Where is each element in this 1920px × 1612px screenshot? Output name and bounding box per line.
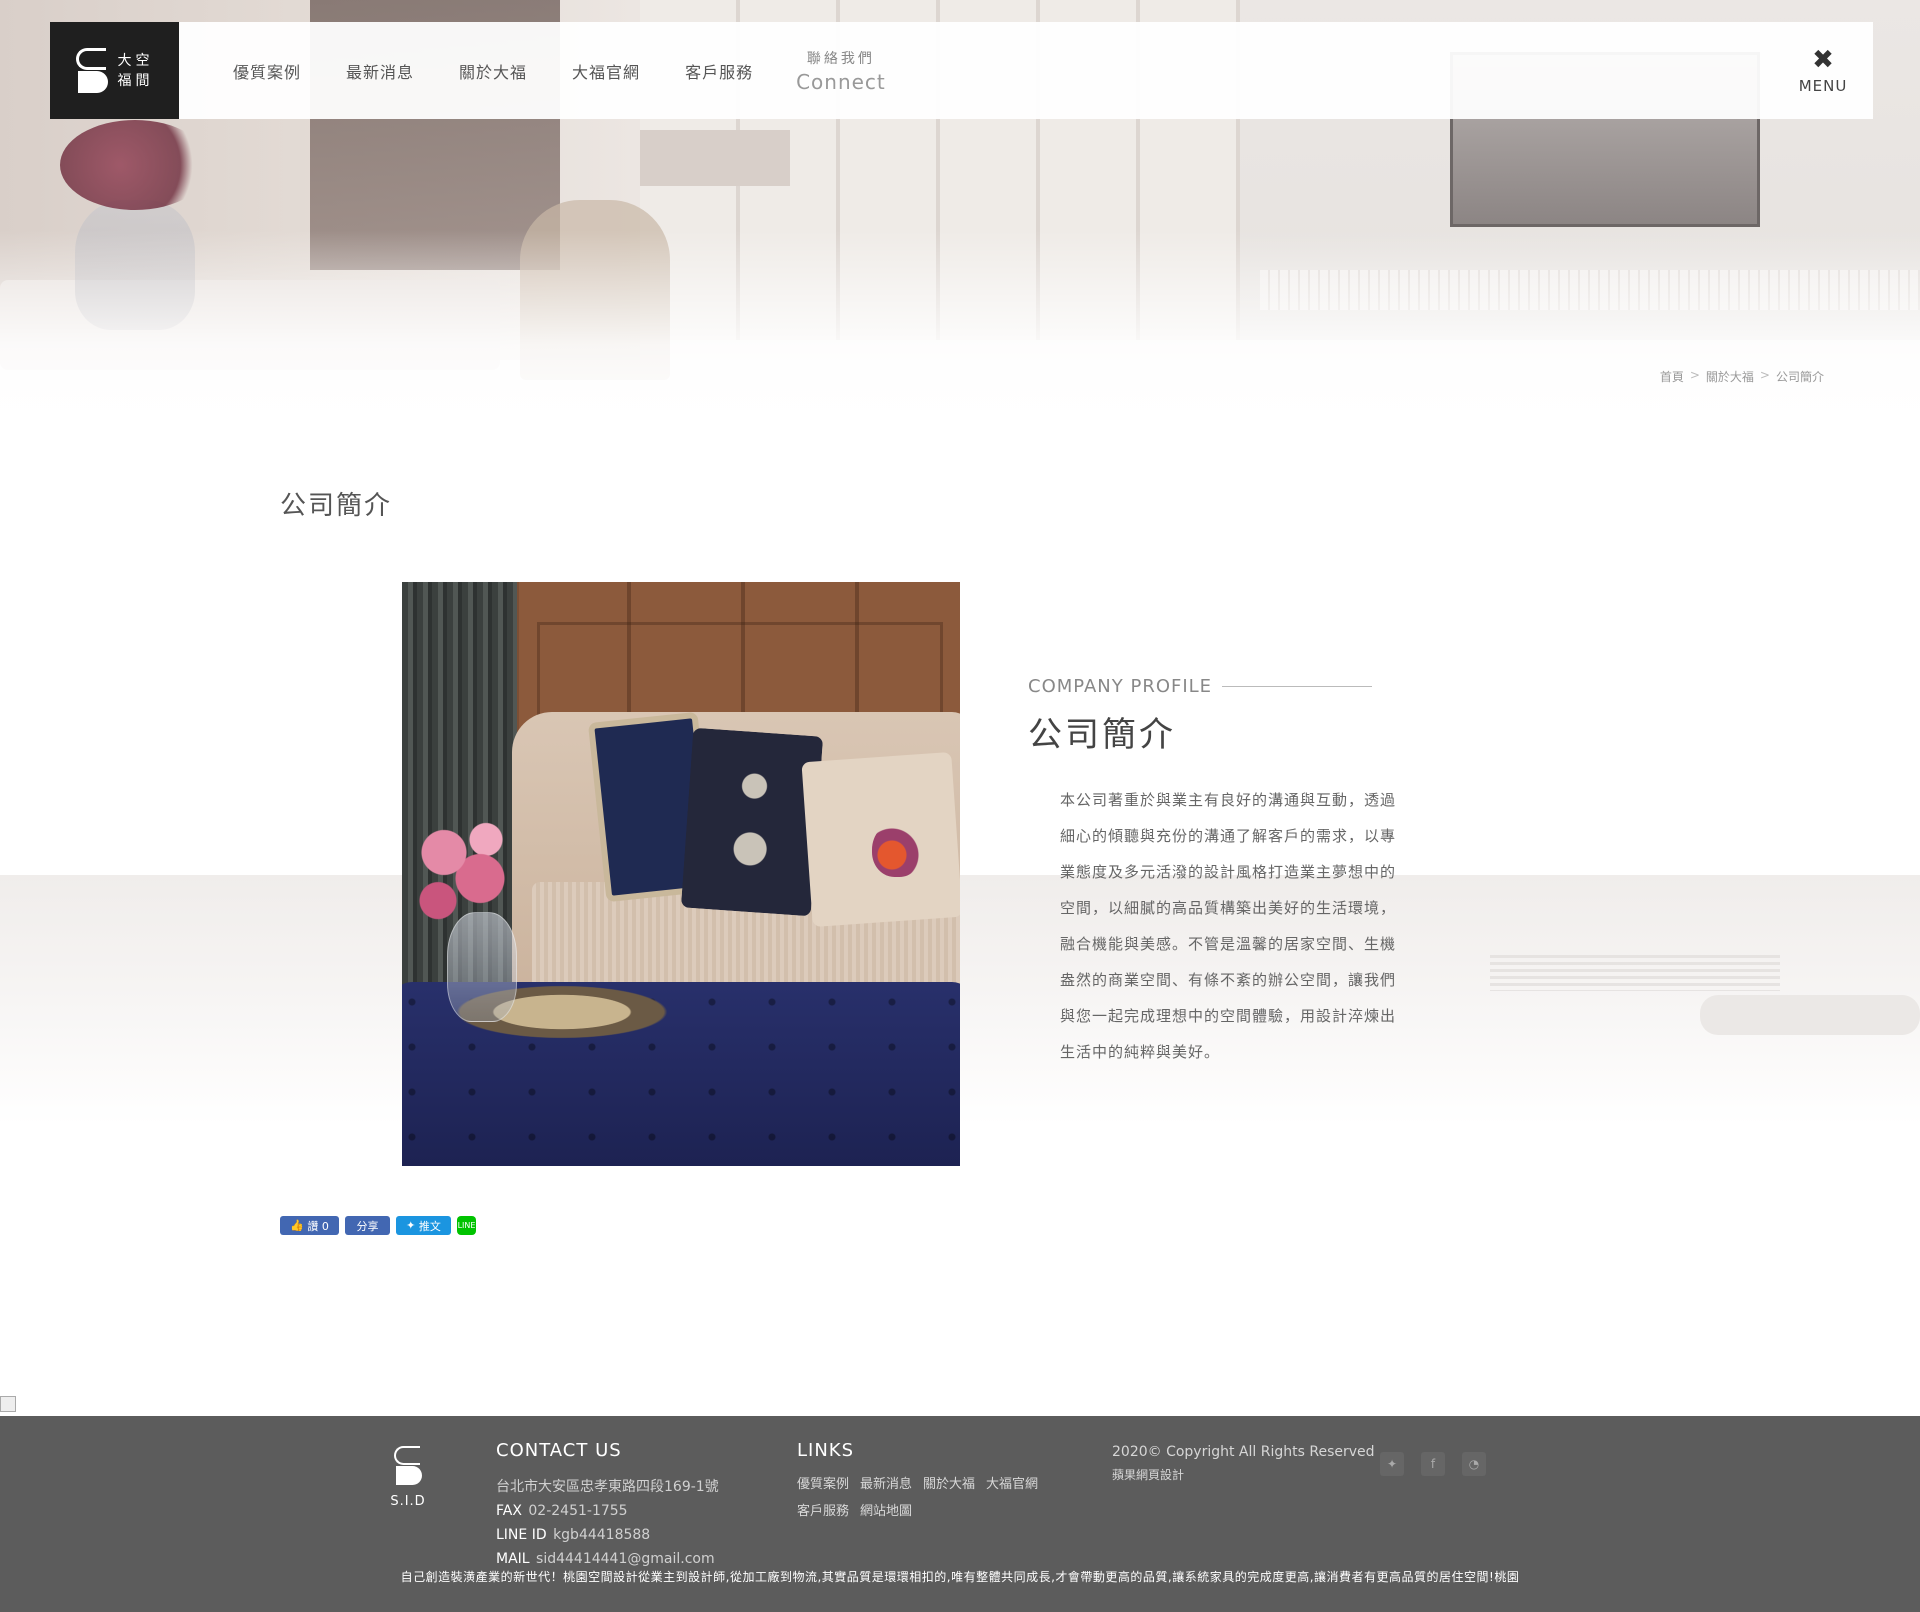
footer-contact-title: CONTACT US — [496, 1440, 622, 1461]
breadcrumb-home[interactable]: 首頁 — [1660, 368, 1684, 385]
thumbs-up-icon: 👍 — [290, 1219, 308, 1232]
footer-slogan: 自己創造裝潢產業的新世代！桃園空間設計從業主到設計師,從加工廠到物流,其實品質是… — [400, 1570, 1520, 1584]
footer-logo-mark-icon — [394, 1446, 422, 1486]
twitter-bird-icon: ✦ — [406, 1219, 419, 1232]
site-logo[interactable]: 大空 福間 — [50, 22, 179, 119]
logo-line1: 大空 — [117, 52, 154, 69]
main-nav: 優質案例 最新消息 關於大福 大福官網 客戶服務 聯絡我們 Connect — [233, 22, 886, 119]
footer-line-value: kgb44418588 — [553, 1527, 651, 1543]
facebook-like-label: 讚 0 — [307, 1219, 329, 1233]
reflection-ottoman — [1700, 995, 1920, 1035]
designer-link[interactable]: 蘋果網頁設計 — [1112, 1466, 1375, 1483]
image-bird — [872, 822, 922, 877]
profile-title: 公司簡介 — [1028, 715, 1176, 755]
logo-line2: 福間 — [117, 72, 154, 89]
footer-line-key: LINE ID — [496, 1527, 547, 1543]
site-header: 大空 福間 優質案例 最新消息 關於大福 大福官網 客戶服務 聯絡我們 Conn… — [50, 22, 1873, 119]
logo-text: 大空 福間 — [118, 51, 154, 91]
footer-links-row: 優質案例 最新消息 關於大福 大福官網 客戶服務 網站地圖 — [797, 1473, 1087, 1519]
menu-label: MENU — [1798, 76, 1848, 95]
facebook-share-label: 分享 — [356, 1219, 379, 1233]
breadcrumb-separator: > — [1759, 368, 1770, 382]
image-roses — [402, 807, 522, 937]
footer-fax: FAX 02-2451-1755 — [496, 1499, 719, 1523]
nav-item-cases[interactable]: 優質案例 — [233, 59, 301, 83]
line-icon: LINE — [457, 1221, 476, 1230]
breadcrumb-current: 公司簡介 — [1775, 370, 1824, 384]
profile-divider — [1222, 686, 1373, 687]
breadcrumb-separator: > — [1689, 368, 1700, 382]
nav-item-customer-service[interactable]: 客戶服務 — [685, 59, 753, 83]
hero-shelf — [640, 130, 790, 186]
company-profile: COMPANY PROFILE 公司簡介 本公司著重於與業主有良好的溝通與互動，… — [1028, 676, 1408, 1070]
nav-contact-zh: 聯絡我們 — [806, 50, 875, 67]
footer-copyright: 2020© Copyright All Rights Reserved 蘋果網頁… — [1112, 1444, 1375, 1483]
footer-mail-key: MAIL — [496, 1551, 530, 1567]
twitter-tweet-button[interactable]: ✦ 推文 — [396, 1216, 451, 1235]
nav-contact-en: Connect — [796, 69, 886, 94]
menu-button[interactable]: ✖ MENU — [1773, 22, 1873, 119]
footer-line-id: LINE ID kgb44418588 — [496, 1523, 719, 1547]
footer-link-sitemap[interactable]: 網站地圖 — [860, 1500, 912, 1519]
nav-item-official-site[interactable]: 大福官網 — [572, 59, 640, 83]
footer-mail-value[interactable]: sid44414441@gmail.com — [536, 1551, 715, 1567]
facebook-icon[interactable]: f — [1421, 1452, 1445, 1476]
site-footer: S.I.D CONTACT US 台北市大安區忠孝東路四段169-1號 FAX … — [0, 1416, 1920, 1612]
footer-link-about[interactable]: 關於大福 — [923, 1473, 975, 1492]
line-share-button[interactable]: LINE — [457, 1216, 476, 1235]
footer-address: 台北市大安區忠孝東路四段169-1號 — [496, 1479, 719, 1495]
image-pillow-damask — [680, 727, 824, 917]
footer-fax-value: 02-2451-1755 — [528, 1503, 628, 1519]
footer-link-news[interactable]: 最新消息 — [860, 1473, 912, 1492]
profile-body: 本公司著重於與業主有良好的溝通與互動，透過細心的傾聽與充份的溝通了解客戶的需求，… — [1060, 791, 1397, 1061]
breadcrumb: 首頁 > 關於大福 > 公司簡介 — [1660, 368, 1824, 385]
footer-logo-name: S.I.D — [390, 1494, 426, 1509]
facebook-share-button[interactable]: 分享 — [345, 1216, 390, 1235]
hero-flowers — [60, 120, 210, 210]
footer-link-customer-service[interactable]: 客戶服務 — [797, 1500, 849, 1519]
reflection-console — [1490, 955, 1780, 991]
profile-label-en: COMPANY PROFILE — [1028, 676, 1213, 697]
rss-icon[interactable]: ◔ — [1462, 1452, 1486, 1476]
hero-fade — [0, 230, 1920, 440]
footer-social-icons: ✦ f ◔ — [1380, 1452, 1486, 1476]
facebook-like-button[interactable]: 👍 讚 0 — [280, 1216, 339, 1235]
twitter-icon[interactable]: ✦ — [1380, 1452, 1404, 1476]
profile-label-row: COMPANY PROFILE — [1028, 676, 1408, 697]
footer-link-official-site[interactable]: 大福官網 — [986, 1473, 1038, 1492]
footer-logo[interactable]: S.I.D — [390, 1446, 426, 1509]
nav-item-about[interactable]: 關於大福 — [459, 59, 527, 83]
breadcrumb-about[interactable]: 關於大福 — [1706, 368, 1754, 385]
profile-feature-image — [402, 582, 960, 1166]
nav-item-news[interactable]: 最新消息 — [346, 59, 414, 83]
tweet-label: 推文 — [418, 1219, 441, 1233]
footer-links-title: LINKS — [797, 1440, 855, 1461]
close-icon: ✖ — [1812, 44, 1834, 75]
footer-fax-key: FAX — [496, 1503, 522, 1519]
footer-link-cases[interactable]: 優質案例 — [797, 1473, 849, 1492]
copyright-text: 2020© Copyright All Rights Reserved — [1112, 1444, 1375, 1460]
nav-item-contact[interactable]: 聯絡我們 Connect — [796, 48, 886, 94]
background-reflection — [0, 875, 1920, 1125]
broken-image-icon — [0, 1396, 16, 1412]
social-share: 👍 讚 0 分享 ✦ 推文 LINE — [280, 1216, 476, 1235]
page-title: 公司簡介 — [280, 491, 393, 521]
logo-mark-icon — [75, 47, 108, 94]
footer-contact: CONTACT US 台北市大安區忠孝東路四段169-1號 FAX 02-245… — [496, 1440, 719, 1571]
footer-links: LINKS 優質案例 最新消息 關於大福 大福官網 客戶服務 網站地圖 — [797, 1440, 1097, 1519]
